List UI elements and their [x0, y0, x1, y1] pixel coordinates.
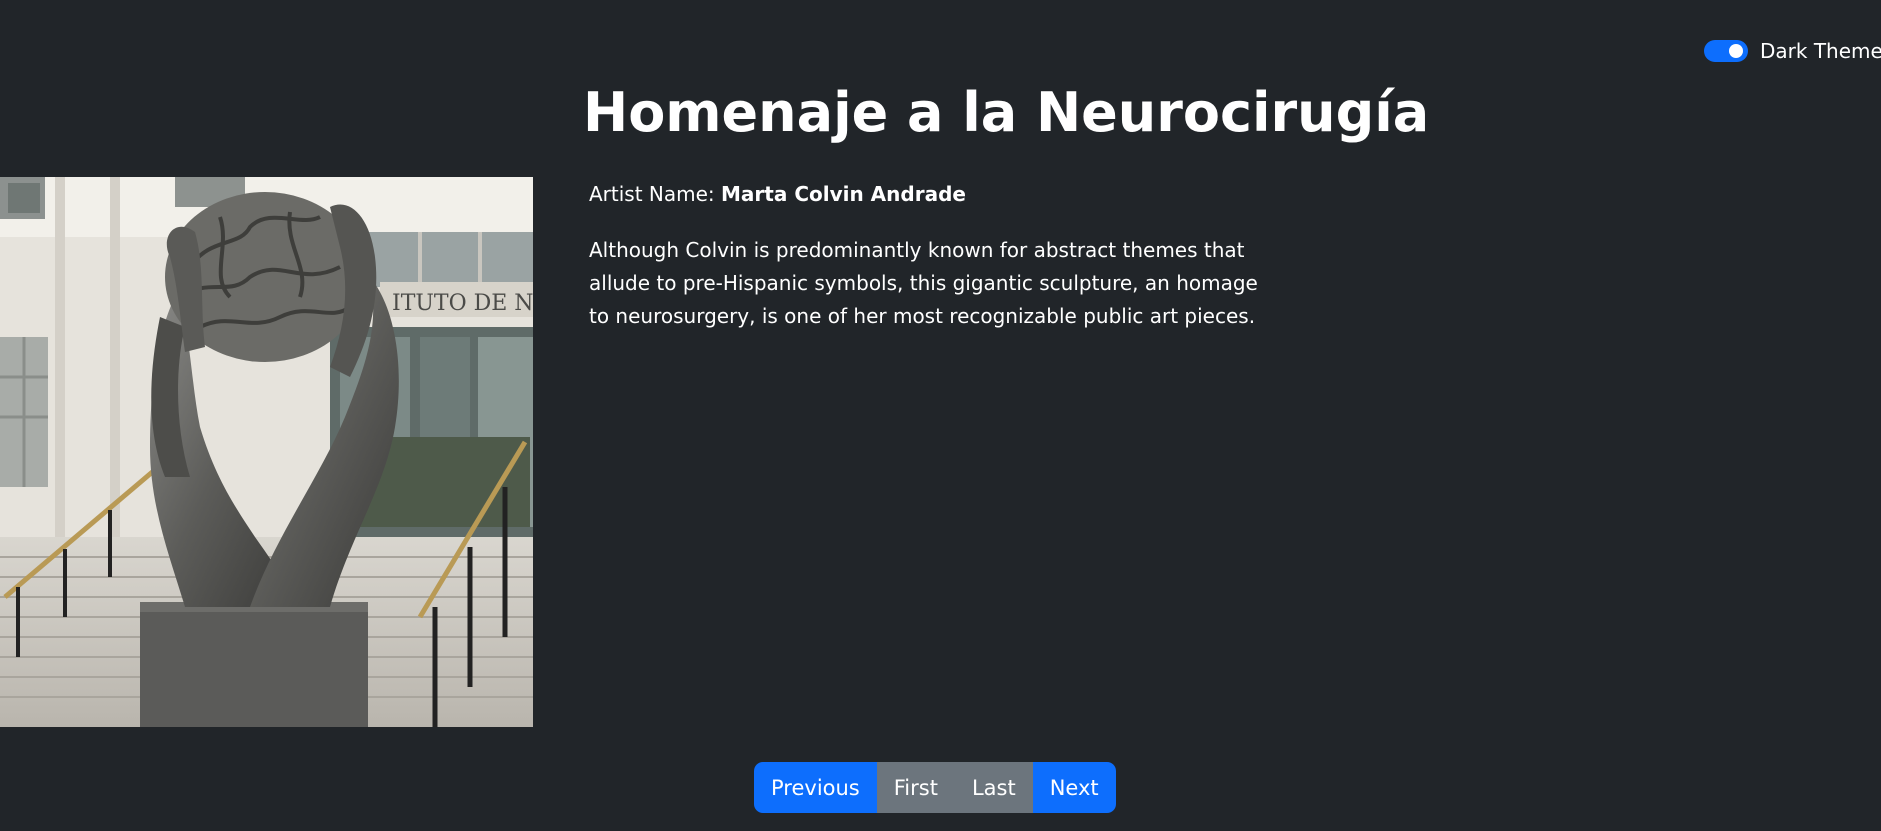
- artwork-image: ITUTO DE NE: [0, 177, 533, 727]
- page-title: Homenaje a la Neurocirugía: [583, 81, 1430, 144]
- last-button[interactable]: Last: [954, 762, 1033, 813]
- toggle-switch[interactable]: [1704, 40, 1748, 62]
- toggle-knob: [1729, 44, 1743, 58]
- artist-line: Artist Name: Marta Colvin Andrade: [589, 178, 1279, 210]
- artist-name: Marta Colvin Andrade: [721, 182, 966, 206]
- first-button[interactable]: First: [876, 762, 955, 813]
- building-sign-text: ITUTO DE NE: [392, 291, 533, 316]
- previous-button[interactable]: Previous: [754, 762, 877, 813]
- dark-theme-toggle[interactable]: Dark Theme: [1704, 39, 1881, 63]
- artist-label: Artist Name:: [589, 182, 722, 206]
- pagination: Previous First Last Next: [754, 762, 1116, 813]
- artwork-info: Artist Name: Marta Colvin Andrade Althou…: [589, 178, 1279, 333]
- page: Dark Theme Homenaje a la Neurocirugía IT…: [0, 0, 1881, 831]
- next-button[interactable]: Next: [1032, 762, 1116, 813]
- artwork-description: Although Colvin is predominantly known f…: [589, 238, 1258, 328]
- toggle-label: Dark Theme: [1760, 39, 1881, 63]
